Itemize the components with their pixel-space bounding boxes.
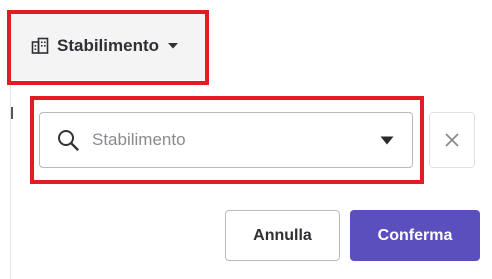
clear-button[interactable] bbox=[429, 112, 475, 168]
search-icon bbox=[58, 130, 79, 151]
stabilimento-select[interactable]: Stabilimento bbox=[39, 112, 413, 168]
confirm-button[interactable]: Conferma bbox=[350, 210, 480, 261]
chevron-down-icon bbox=[168, 43, 179, 49]
close-icon bbox=[445, 133, 459, 147]
filter-trigger-button[interactable]: Stabilimento bbox=[7, 10, 208, 80]
filter-label: Stabilimento bbox=[57, 36, 160, 55]
panel-edge-marker bbox=[11, 107, 13, 119]
cancel-button[interactable]: Annulla bbox=[225, 210, 340, 261]
building-icon bbox=[31, 37, 49, 54]
select-placeholder: Stabilimento bbox=[92, 130, 186, 149]
caret-down-icon[interactable] bbox=[380, 136, 394, 145]
